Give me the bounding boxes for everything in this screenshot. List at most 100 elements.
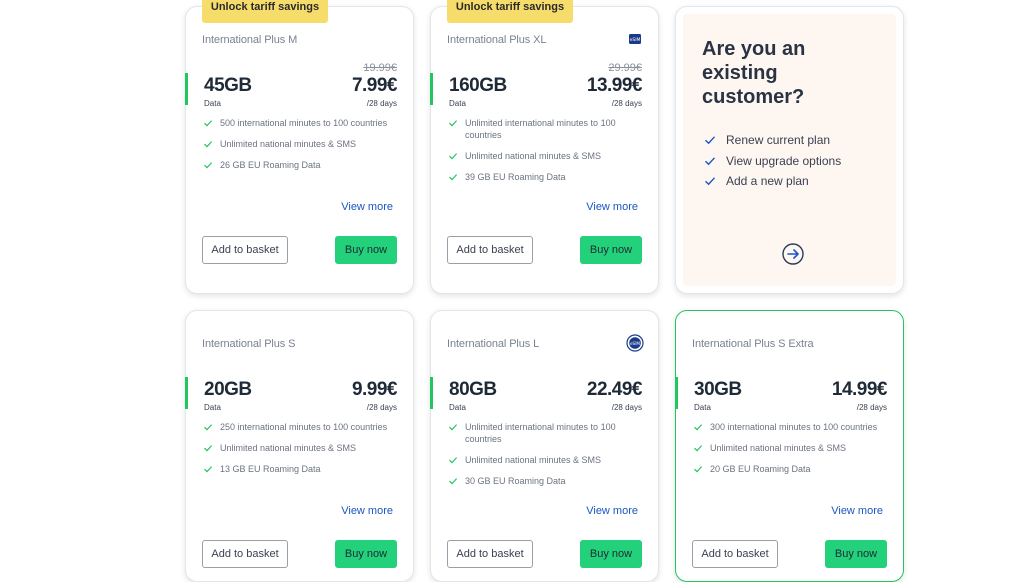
view-more-link[interactable]: View more [586,505,638,517]
check-icon [449,478,458,485]
tariff-savings-badge: Unlock tariff savings [202,0,328,23]
plan-card-international-plus-l: International Plus L eSIM 80GB Data 22.4… [430,310,659,582]
feature-text: 20 GB EU Roaming Data [710,464,811,474]
feature-list: Unlimited international minutes to 100 c… [447,117,644,192]
check-icon [204,424,213,431]
view-more-link[interactable]: View more [831,505,883,517]
plan-card-international-plus-m: Unlock tariff savings International Plus… [185,0,414,294]
data-label: Data [449,99,466,108]
check-icon [705,136,716,145]
add-to-basket-button[interactable]: Add to basket [447,236,533,264]
feature-text: 500 international minutes to 100 countri… [220,118,388,128]
view-more-link[interactable]: View more [586,201,638,213]
feature-text: 13 GB EU Roaming Data [220,464,321,474]
price-block: 45GB Data 19.99€ 7.99€ /28 days [185,61,413,108]
feature-list: 500 international minutes to 100 countri… [202,117,399,180]
existing-option-upgrade[interactable]: View upgrade options [704,154,841,168]
check-icon [204,141,213,148]
feature-item: Unlimited national minutes & SMS [692,442,889,454]
buy-now-button[interactable]: Buy now [335,540,397,568]
plan-card-international-plus-s-extra: International Plus S Extra 30GB Data 14.… [675,310,904,582]
feature-item: 20 GB EU Roaming Data [692,463,889,475]
price-block: 80GB Data 22.49€ /28 days [430,365,658,412]
add-to-basket-button[interactable]: Add to basket [692,540,778,568]
feature-item: Unlimited national minutes & SMS [202,138,399,150]
old-price: 29.99€ [608,62,642,74]
existing-customer-title: Are you an existing customer? [702,38,806,108]
plan-name: International Plus S [202,338,296,350]
feature-item: 300 international minutes to 100 countri… [692,421,889,433]
check-icon [705,156,716,165]
accent-bar [430,377,433,409]
feature-item: Unlimited international minutes to 100 c… [447,421,644,445]
data-amount: 45GB [204,75,252,96]
check-icon [449,174,458,181]
data-label: Data [694,403,711,412]
existing-customer-panel: Are you an existing customer? Renew curr… [683,14,896,286]
check-icon [449,424,458,431]
plan-name: International Plus L [447,338,540,350]
data-amount: 160GB [449,75,507,96]
feature-text: Unlimited national minutes & SMS [465,151,602,161]
check-icon [694,424,703,431]
arrow-right-circle-icon[interactable] [779,240,807,268]
esim-icon: eSIM [629,34,641,44]
existing-option-label: Add a new plan [726,174,809,188]
feature-text: 26 GB EU Roaming Data [220,160,321,170]
plan-name: International Plus XL [447,34,547,46]
existing-option-label: Renew current plan [726,133,831,147]
plan-card-international-plus-xl: Unlock tariff savings International Plus… [430,0,659,294]
existing-option-renew[interactable]: Renew current plan [704,133,841,147]
price-block: 20GB Data 9.99€ /28 days [185,365,413,412]
feature-text: Unlimited national minutes & SMS [220,139,357,149]
check-icon [449,457,458,464]
add-to-basket-button[interactable]: Add to basket [202,236,288,264]
feature-item: 39 GB EU Roaming Data [447,171,644,183]
accent-bar [185,73,188,105]
accent-bar [430,73,433,105]
data-amount: 80GB [449,379,497,400]
check-icon [705,177,716,186]
price: 22.49€ [586,379,643,400]
data-amount: 20GB [204,379,252,400]
buy-now-button[interactable]: Buy now [580,236,642,264]
feature-text: 30 GB EU Roaming Data [465,476,566,486]
price-block: 30GB Data 14.99€ /28 days [675,365,903,412]
check-icon [204,120,213,127]
old-price: 19.99€ [363,62,397,74]
feature-item: 250 international minutes to 100 countri… [202,421,399,433]
check-icon [204,466,213,473]
existing-customer-options: Renew current plan View upgrade options … [704,133,841,195]
check-icon [204,445,213,452]
check-icon [694,445,703,452]
plan-card-international-plus-s: International Plus S 20GB Data 9.99€ /28… [185,310,414,582]
buy-now-button[interactable]: Buy now [335,236,397,264]
esim-icon-label: eSIM [630,341,640,346]
data-label: Data [204,99,221,108]
esim-icon: eSIM [626,334,644,352]
view-more-link[interactable]: View more [341,201,393,213]
data-label: Data [449,403,466,412]
existing-option-add-plan[interactable]: Add a new plan [704,174,841,188]
add-to-basket-button[interactable]: Add to basket [202,540,288,568]
check-icon [204,162,213,169]
accent-bar [675,377,678,409]
check-icon [694,466,703,473]
view-more-link[interactable]: View more [341,505,393,517]
feature-item: Unlimited international minutes to 100 c… [447,117,644,141]
feature-text: Unlimited national minutes & SMS [220,443,357,453]
existing-customer-card: Are you an existing customer? Renew curr… [675,6,904,294]
feature-item: 13 GB EU Roaming Data [202,463,399,475]
plan-name: International Plus S Extra [692,338,814,350]
buy-now-button[interactable]: Buy now [825,540,887,568]
feature-list: Unlimited international minutes to 100 c… [447,421,644,496]
feature-text: 250 international minutes to 100 countri… [220,422,388,432]
buy-now-button[interactable]: Buy now [580,540,642,568]
add-to-basket-button[interactable]: Add to basket [447,540,533,568]
feature-list: 300 international minutes to 100 countri… [692,421,889,484]
feature-text: 300 international minutes to 100 countri… [710,422,878,432]
feature-item: 26 GB EU Roaming Data [202,159,399,171]
check-icon [449,153,458,160]
feature-item: 30 GB EU Roaming Data [447,475,644,487]
feature-item: Unlimited national minutes & SMS [202,442,399,454]
